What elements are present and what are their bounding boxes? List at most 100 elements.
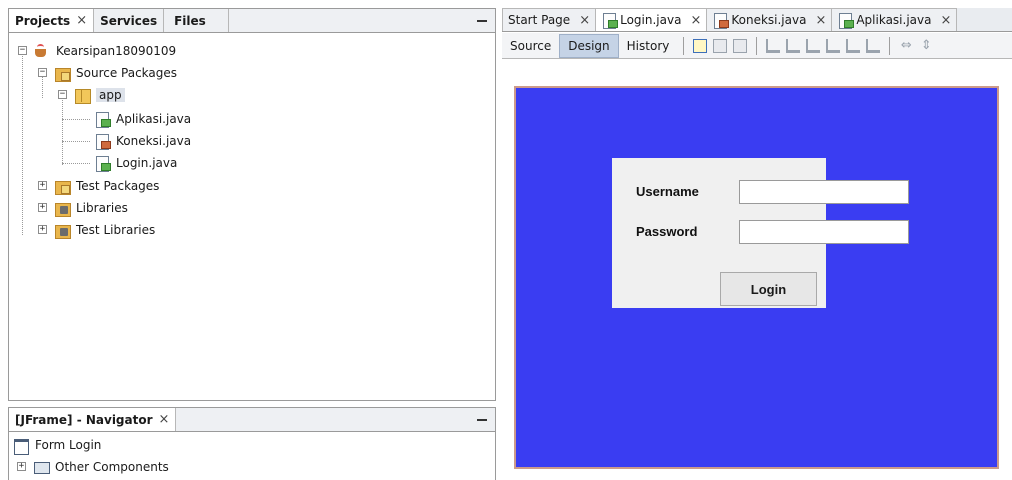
tree-guide-line [62,163,90,164]
expand-icon[interactable]: + [38,225,47,234]
editor-tabbar: Start Page × Login.java × Koneksi.java ×… [502,8,1012,32]
navigator-item-label: Other Components [55,460,169,474]
tab-label: Login.java [620,13,682,27]
minimize-icon[interactable] [477,20,487,22]
navigator-item-label: Form Login [35,438,102,452]
vertical-resize-icon[interactable]: ⇕ [919,38,933,53]
history-button[interactable]: History [619,34,678,58]
editor-area: Start Page × Login.java × Koneksi.java ×… [502,8,1012,480]
projects-panel: Projects × Services Files − Kearsipan180… [8,8,496,401]
tree-item-source-packages[interactable]: Source Packages [54,62,177,84]
libraries-label: Libraries [76,201,128,215]
close-icon[interactable]: × [690,13,701,28]
expand-icon[interactable]: + [38,181,47,190]
collapse-icon[interactable]: − [58,90,67,99]
tab-services-label: Services [100,13,158,28]
tree-guide-line [62,95,63,165]
login-panel[interactable]: Username Password Login [612,158,909,308]
project-tree: − Kearsipan18090109 − Source Packages − … [9,34,495,400]
toolbar-separator [683,36,685,55]
tab-navigator[interactable]: [JFrame] - Navigator × [9,408,177,431]
source-button[interactable]: Source [502,34,559,58]
navigator-tabbar: [JFrame] - Navigator × [9,408,495,432]
tab-projects-close-icon[interactable]: × [76,13,87,28]
tab-label: Start Page [508,13,571,27]
tree-guide-line [62,141,90,142]
navigator-close-icon[interactable]: × [159,412,170,427]
selection-mode-icon[interactable] [693,38,708,53]
center-horizontally-icon[interactable] [806,38,821,53]
tab-login-java[interactable]: Login.java × [595,8,708,31]
editor-toolbar: Source Design History ⇔ ⇕ [502,33,1012,59]
expand-icon[interactable]: + [38,203,47,212]
java-file-icon [837,12,855,29]
close-icon[interactable]: × [940,13,951,28]
tree-item-test-packages[interactable]: Test Packages [54,175,159,197]
tab-label: Koneksi.java [731,13,807,27]
tab-services[interactable]: Services [94,9,165,32]
tree-guide-line [22,51,23,235]
project-coffee-icon [34,43,50,59]
collapse-icon[interactable]: − [18,46,27,55]
tree-item-file-koneksi[interactable]: Koneksi.java [94,130,191,152]
navigator-item-other-components[interactable]: Other Components [33,456,169,478]
java-form-icon [94,155,111,172]
source-packages-label: Source Packages [76,66,178,80]
package-icon [74,87,91,104]
tree-guide-line [62,119,90,120]
horizontal-resize-icon[interactable]: ⇔ [899,38,913,53]
tree-item-package-app[interactable]: app [74,84,125,106]
test-libraries-label: Test Libraries [76,223,156,237]
expand-icon[interactable]: + [17,462,26,471]
tree-item-test-libraries[interactable]: Test Libraries [54,219,155,241]
java-class-icon [94,133,111,150]
components-icon [33,459,50,475]
file-label: Aplikasi.java [116,112,192,126]
test-packages-label: Test Packages [76,179,160,193]
align-bottom-icon[interactable] [846,38,861,53]
align-right-icon[interactable] [786,38,801,53]
java-class-icon [712,12,730,29]
toolbar-separator [889,36,891,55]
center-vertically-icon[interactable] [866,38,881,53]
tab-files[interactable]: Files [164,9,230,32]
password-label[interactable]: Password [636,224,697,239]
navigator-panel: [JFrame] - Navigator × Form Login + Othe… [8,407,496,480]
align-top-icon[interactable] [826,38,841,53]
close-icon[interactable]: × [815,13,826,28]
tab-koneksi-java[interactable]: Koneksi.java × [706,8,833,31]
tab-projects[interactable]: Projects × [9,9,95,32]
tab-start-page[interactable]: Start Page × [502,8,597,31]
login-button[interactable]: Login [720,272,817,306]
align-left-icon[interactable] [766,38,781,53]
connection-mode-icon[interactable] [713,38,728,53]
tab-projects-label: Projects [15,13,71,28]
tree-item-file-login[interactable]: Login.java [94,152,177,174]
project-name: Kearsipan18090109 [56,44,177,58]
tree-item-project[interactable]: Kearsipan18090109 [34,40,176,62]
username-field[interactable] [739,180,909,204]
tab-aplikasi-java[interactable]: Aplikasi.java × [831,8,958,31]
package-label: app [96,88,125,102]
close-icon[interactable]: × [579,13,590,28]
file-label: Koneksi.java [116,134,192,148]
java-file-icon [94,111,111,128]
design-button[interactable]: Design [559,33,619,58]
form-icon [13,437,29,455]
navigator-title: [JFrame] - Navigator [15,412,153,427]
tree-item-libraries[interactable]: Libraries [54,197,128,219]
password-field[interactable] [739,220,909,244]
tab-label: Aplikasi.java [856,13,932,27]
tree-item-file-aplikasi[interactable]: Aplikasi.java [94,108,191,130]
java-form-icon [601,12,619,29]
jframe-design-canvas[interactable]: Username Password Login [514,86,999,469]
collapse-icon[interactable]: − [38,68,47,77]
toolbar-separator [756,36,758,55]
file-label: Login.java [116,156,178,170]
tab-files-label: Files [174,13,206,28]
preview-design-icon[interactable] [733,38,748,53]
minimize-icon[interactable] [477,419,487,421]
test-libraries-icon [54,222,71,239]
username-label[interactable]: Username [636,184,699,199]
navigator-item-form[interactable]: Form Login [13,434,101,456]
